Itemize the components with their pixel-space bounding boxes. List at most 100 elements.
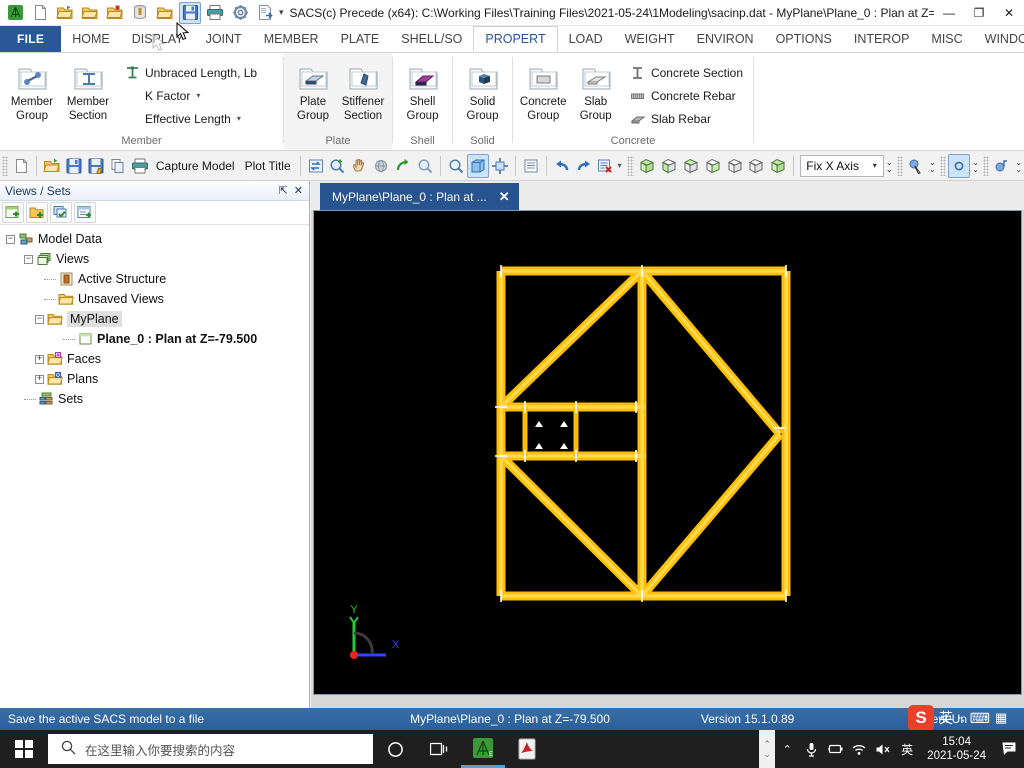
chevron-down-icon[interactable]: ▾ (867, 161, 883, 170)
zoom-in-icon[interactable] (326, 154, 348, 178)
tab-display[interactable]: DISPLAY (121, 26, 195, 52)
concrete-section-button[interactable]: Concrete Section (626, 63, 747, 82)
task-view-icon[interactable] (417, 730, 461, 768)
expander-icon[interactable]: + (35, 354, 44, 364)
toolbar-grip[interactable] (627, 155, 634, 176)
solid-group-button[interactable]: Solid Group (457, 57, 508, 124)
refresh-view-icon[interactable] (305, 154, 327, 178)
windows-start-icon[interactable] (0, 730, 48, 768)
new-view-folder-icon[interactable] (26, 202, 48, 223)
ime-tools-icon[interactable]: ▦ (995, 710, 1007, 726)
tab-joint[interactable]: JOINT (195, 26, 253, 52)
pin-icon[interactable]: ⇱ (279, 184, 288, 197)
rotate-arrow-icon[interactable] (392, 154, 414, 178)
open-recent-icon[interactable] (104, 2, 126, 24)
member-section-button[interactable]: Member Section (60, 57, 116, 124)
member-group-button[interactable]: Member Group (4, 57, 60, 124)
action-center-icon[interactable] (994, 730, 1024, 768)
stiffener-section-button[interactable]: Stiffener Section (338, 57, 388, 124)
open-folder-icon[interactable] (79, 2, 101, 24)
list-view-icon[interactable] (520, 154, 542, 178)
overflow-chevron[interactable]: ⌄ ⌄ (927, 158, 938, 173)
settings-gear-icon[interactable] (229, 2, 251, 24)
plot-title-button[interactable]: Plot Title (240, 159, 296, 173)
back-view-icon[interactable] (724, 154, 746, 178)
isometric-view-icon[interactable] (636, 154, 658, 178)
pdf-reader-icon[interactable] (505, 730, 549, 768)
tree-item-unsaved-views[interactable]: Unsaved Views (6, 289, 309, 309)
minimize-button[interactable]: — (934, 0, 964, 26)
shell-group-button[interactable]: Shell Group (397, 57, 448, 124)
expander-icon[interactable]: − (24, 254, 33, 264)
redo-icon[interactable] (573, 154, 595, 178)
chevron-down-icon[interactable]: ▾ (617, 161, 621, 170)
tree-item-active-structure[interactable]: Active Structure (6, 269, 309, 289)
ime-english-icon[interactable]: 英 (895, 730, 919, 768)
taskbar-clock[interactable]: 15:04 2021-05-24 (919, 735, 994, 763)
fit-view-icon[interactable] (489, 154, 511, 178)
render-solid-icon[interactable] (467, 153, 489, 178)
print-icon[interactable] (129, 154, 151, 178)
keyboard-icon[interactable]: ⌨ (970, 710, 990, 727)
view-properties-icon[interactable] (74, 202, 96, 223)
print-icon[interactable] (204, 2, 226, 24)
zoom-out-icon[interactable] (414, 154, 436, 178)
close-button[interactable]: ✕ (994, 0, 1024, 26)
overflow-chevron[interactable]: ⌄ ⌄ (884, 158, 895, 173)
bottom-view-icon[interactable] (745, 154, 767, 178)
apply-view-icon[interactable] (50, 202, 72, 223)
expander-icon[interactable]: + (35, 374, 44, 384)
undo-icon[interactable] (551, 154, 573, 178)
tree-item-views[interactable]: − Views (6, 249, 309, 269)
concrete-group-button[interactable]: Concrete Group (517, 57, 569, 124)
toolbar-grip[interactable] (2, 155, 9, 176)
rotate-globe-icon[interactable] (370, 154, 392, 178)
overflow-chevron[interactable]: ⌄ ⌄ (1013, 158, 1024, 173)
volume-muted-icon[interactable] (871, 730, 895, 768)
tab-window[interactable]: WINDOW (974, 26, 1024, 52)
overflow-chevron[interactable]: ⌄ ⌄ (970, 158, 981, 173)
slab-rebar-button[interactable]: Slab Rebar (626, 109, 747, 128)
tree-item-myplane[interactable]: − MyPlane (6, 309, 309, 329)
document-tab-plane-0[interactable]: MyPlane\Plane_0 : Plan at ... ✕ (320, 183, 519, 210)
tab-options[interactable]: OPTIONS (765, 26, 843, 52)
open-file-icon[interactable] (54, 2, 76, 24)
new-view-icon[interactable] (2, 202, 24, 223)
plate-group-button[interactable]: Plate Group (288, 57, 338, 124)
tree-item-sets[interactable]: Sets (6, 389, 309, 409)
copy-icon[interactable] (107, 154, 129, 178)
tab-shell-solid[interactable]: SHELL/SO (390, 26, 473, 52)
custom-view-icon[interactable] (767, 154, 789, 178)
expander-icon[interactable]: − (6, 234, 15, 244)
canvas-scroll-arrows[interactable]: ⌃ ⌄ (759, 730, 776, 768)
model-canvas[interactable]: Y X (313, 210, 1022, 695)
microphone-icon[interactable] (799, 730, 823, 768)
unbraced-length-button[interactable]: Unbraced Length, Lb (120, 63, 261, 82)
slab-group-button[interactable]: Slab Group (569, 57, 621, 124)
front-view-icon[interactable] (658, 154, 680, 178)
close-icon[interactable]: ✕ (294, 184, 303, 197)
zoom-window-icon[interactable] (445, 154, 467, 178)
save-icon[interactable] (63, 154, 85, 178)
chevron-down-icon[interactable]: ▾ (237, 114, 241, 123)
close-icon[interactable]: ✕ (499, 189, 510, 205)
save-as-icon[interactable] (85, 154, 107, 178)
toolbar-grip[interactable] (939, 155, 947, 176)
toolbar-grip[interactable] (896, 155, 904, 176)
k-factor-button[interactable]: K Factor ▾ (120, 86, 261, 105)
tab-interop[interactable]: INTEROP (843, 26, 921, 52)
effective-length-button[interactable]: Effective Length ▾ (120, 109, 261, 128)
clear-redo-icon[interactable] (595, 154, 617, 178)
battery-icon[interactable] (823, 730, 847, 768)
export-icon[interactable] (254, 2, 276, 24)
pan-hand-icon[interactable] (348, 154, 370, 178)
ime-mode-label[interactable]: 英 (939, 708, 953, 728)
chevron-down-icon[interactable]: ▾ (196, 91, 200, 100)
cortana-circle-icon[interactable] (373, 730, 417, 768)
expander-icon[interactable]: − (35, 314, 44, 324)
side-view-icon[interactable] (702, 154, 724, 178)
save-icon[interactable] (179, 1, 201, 24)
new-file-icon[interactable] (29, 2, 51, 24)
select-joint-icon[interactable] (948, 153, 971, 178)
open-folder-icon[interactable] (41, 154, 63, 178)
